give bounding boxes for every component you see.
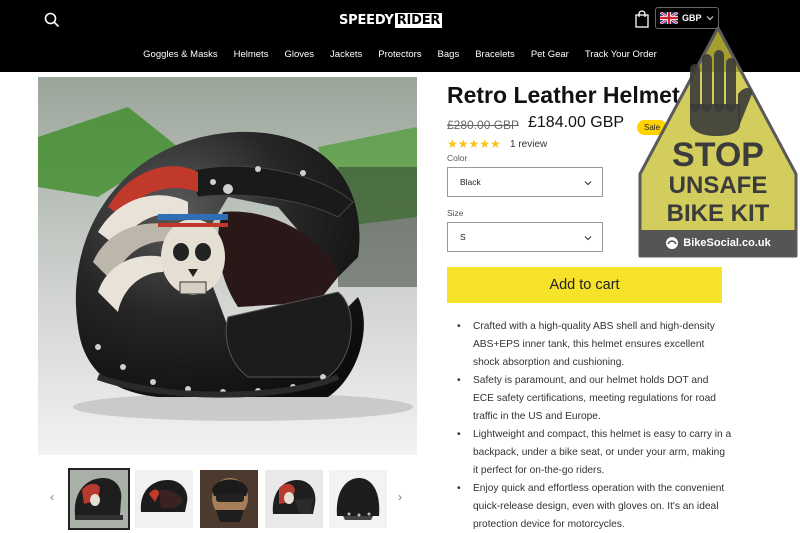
- bikesocial-logo-icon: [666, 237, 679, 249]
- color-label: Color: [447, 153, 468, 163]
- helmet-photo: [38, 77, 417, 455]
- chevron-down-icon: [706, 16, 713, 21]
- thumbnail-2[interactable]: [135, 470, 193, 528]
- color-select[interactable]: Black: [447, 167, 603, 197]
- thumbnail-image: [135, 470, 193, 528]
- uk-flag-icon: [660, 12, 678, 24]
- description-item: Lightweight and compact, this helmet is …: [457, 426, 732, 480]
- sale-price: £184.00 GBP: [528, 114, 625, 131]
- nav-goggles-masks[interactable]: Goggles & Masks: [135, 46, 225, 66]
- overlay-unsafe-text: UNSAFE: [668, 172, 768, 199]
- thumbnail-image: [200, 470, 258, 528]
- size-select-value: S: [460, 232, 466, 242]
- currency-code: GBP: [682, 13, 702, 23]
- thumbnail-image: [329, 470, 387, 528]
- nav-pet-gear[interactable]: Pet Gear: [523, 46, 577, 66]
- stop-unsafe-bike-kit-overlay: STOP UNSAFE BIKE KIT BikeSocial.co.uk: [636, 24, 800, 260]
- thumbnail-image: [265, 470, 323, 528]
- nav-helmets[interactable]: Helmets: [226, 46, 277, 66]
- thumbnail-prev-arrow[interactable]: ‹: [50, 490, 54, 504]
- product-main-image[interactable]: [38, 77, 417, 455]
- thumbnail-next-arrow[interactable]: ›: [398, 490, 402, 504]
- nav-bags[interactable]: Bags: [430, 46, 468, 66]
- thumbnail-3[interactable]: [200, 470, 258, 528]
- overlay-stop-text: STOP: [672, 136, 764, 174]
- size-select[interactable]: S: [447, 222, 603, 252]
- description-item: Crafted with a high-quality ABS shell an…: [457, 318, 732, 372]
- size-label: Size: [447, 208, 464, 218]
- overlay-bike-kit-text: BIKE KIT: [666, 200, 770, 227]
- nav-protectors[interactable]: Protectors: [370, 46, 429, 66]
- logo-text-rider: RIDER: [394, 12, 443, 28]
- overlay-brand-bar: BikeSocial.co.uk: [640, 230, 796, 256]
- original-price: £280.00 GBP: [447, 118, 520, 132]
- thumbnail-strip: ‹ ›: [46, 468, 416, 530]
- nav-jackets[interactable]: Jackets: [322, 46, 370, 66]
- nav-gloves[interactable]: Gloves: [276, 46, 322, 66]
- chevron-down-icon: [584, 181, 592, 186]
- product-description: Crafted with a high-quality ABS shell an…: [457, 318, 732, 533]
- site-logo[interactable]: SPEEDY RIDER: [339, 10, 443, 30]
- thumbnail-5[interactable]: [329, 470, 387, 528]
- thumbnail-4[interactable]: [265, 470, 323, 528]
- add-to-cart-button[interactable]: Add to cart: [447, 267, 722, 303]
- overlay-brand-text: BikeSocial.co.uk: [683, 237, 771, 249]
- search-icon[interactable]: [44, 12, 60, 28]
- review-count-link[interactable]: 1 review: [510, 139, 547, 150]
- chevron-down-icon: [584, 236, 592, 241]
- logo-text-speedy: SPEEDY: [339, 12, 394, 28]
- thumbnail-1[interactable]: [68, 468, 130, 530]
- star-rating: ★★★★★: [447, 137, 501, 151]
- nav-bracelets[interactable]: Bracelets: [467, 46, 523, 66]
- description-item: Safety is paramount, and our helmet hold…: [457, 372, 732, 426]
- thumbnail-image: [70, 470, 128, 528]
- color-select-value: Black: [460, 177, 481, 187]
- description-item: Enjoy quick and effortless operation wit…: [457, 480, 732, 533]
